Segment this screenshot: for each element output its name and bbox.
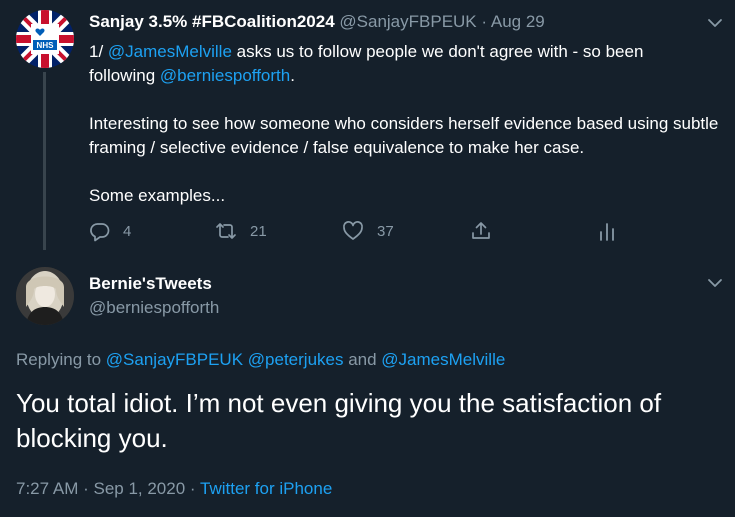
like-button[interactable]: 37 bbox=[342, 217, 394, 245]
tweet-date[interactable]: Aug 29 bbox=[491, 12, 545, 31]
union-flag-avatar-icon: NHS bbox=[16, 10, 74, 68]
replying-label: Replying to bbox=[16, 350, 106, 369]
retweet-count: 21 bbox=[250, 222, 267, 240]
tweet-text: You total idiot. I’m not even giving you… bbox=[16, 388, 662, 453]
share-icon bbox=[472, 222, 490, 239]
heart-icon bbox=[343, 221, 363, 240]
mention-link[interactable]: @SanjayFBPEUK bbox=[106, 350, 243, 369]
tweet-paragraph-2: Interesting to see how someone who consi… bbox=[89, 114, 719, 157]
retweet-icon bbox=[216, 223, 236, 239]
author-handle[interactable]: @berniespofforth bbox=[89, 297, 219, 319]
analytics-icon bbox=[600, 223, 614, 241]
replying-to-line: Replying to @SanjayFBPEUK @peterjukes an… bbox=[16, 348, 505, 372]
text-segment: asks us to follow people we don't agree … bbox=[231, 42, 644, 61]
avatar-nhs-text: NHS bbox=[37, 41, 55, 50]
mention-link[interactable]: @JamesMelville bbox=[381, 350, 505, 369]
avatar[interactable]: NHS bbox=[16, 10, 74, 68]
mention-link[interactable]: @JamesMelville bbox=[108, 42, 232, 61]
avatar[interactable] bbox=[16, 267, 74, 325]
tweet-time[interactable]: 7:27 AM bbox=[16, 479, 78, 498]
retweet-button[interactable]: 21 bbox=[214, 217, 267, 245]
tweet-source-link[interactable]: Twitter for iPhone bbox=[200, 479, 332, 498]
tweet-thread: NHS Sanjay 3.5% #FBCoalition2024 @Sanjay… bbox=[0, 0, 735, 517]
author-handle[interactable]: @SanjayFBPEUK bbox=[339, 12, 476, 31]
text-segment: following bbox=[89, 66, 160, 85]
analytics-button[interactable] bbox=[597, 217, 617, 245]
text-segment: . bbox=[290, 66, 295, 85]
meta-separator: · bbox=[185, 479, 200, 498]
meta-separator: · bbox=[481, 12, 488, 31]
tweet-actions: 4 21 37 bbox=[0, 217, 735, 245]
author-name[interactable]: Bernie'sTweets bbox=[89, 273, 212, 295]
tweet-timestamp: 7:27 AM · Sep 1, 2020 · Twitter for iPho… bbox=[16, 477, 332, 501]
meta-separator: · bbox=[78, 479, 94, 498]
chevron-down-icon[interactable] bbox=[706, 14, 724, 32]
tweet-paragraph-3: Some examples... bbox=[89, 186, 226, 205]
author-name[interactable]: Sanjay 3.5% #FBCoalition2024 bbox=[89, 12, 335, 31]
mention-link[interactable]: @peterjukes bbox=[248, 350, 344, 369]
tweet-date[interactable]: Sep 1, 2020 bbox=[93, 479, 185, 498]
tweet-header: Sanjay 3.5% #FBCoalition2024 @SanjayFBPE… bbox=[89, 11, 545, 33]
chevron-down-icon[interactable] bbox=[706, 274, 724, 292]
reply-icon bbox=[90, 223, 110, 242]
mention-link[interactable]: @berniespofforth bbox=[160, 66, 290, 85]
profile-photo-icon bbox=[16, 267, 74, 325]
share-button[interactable] bbox=[470, 217, 492, 245]
reply-button[interactable]: 4 bbox=[89, 217, 131, 245]
tweet-paragraph-1: 1/ @JamesMelville asks us to follow peop… bbox=[89, 40, 729, 88]
like-count: 37 bbox=[377, 222, 394, 240]
replying-and: and bbox=[343, 350, 382, 369]
reply-count: 4 bbox=[123, 222, 132, 240]
text-segment: 1/ bbox=[89, 42, 108, 61]
tweet-body: 1/ @JamesMelville asks us to follow peop… bbox=[89, 40, 729, 208]
